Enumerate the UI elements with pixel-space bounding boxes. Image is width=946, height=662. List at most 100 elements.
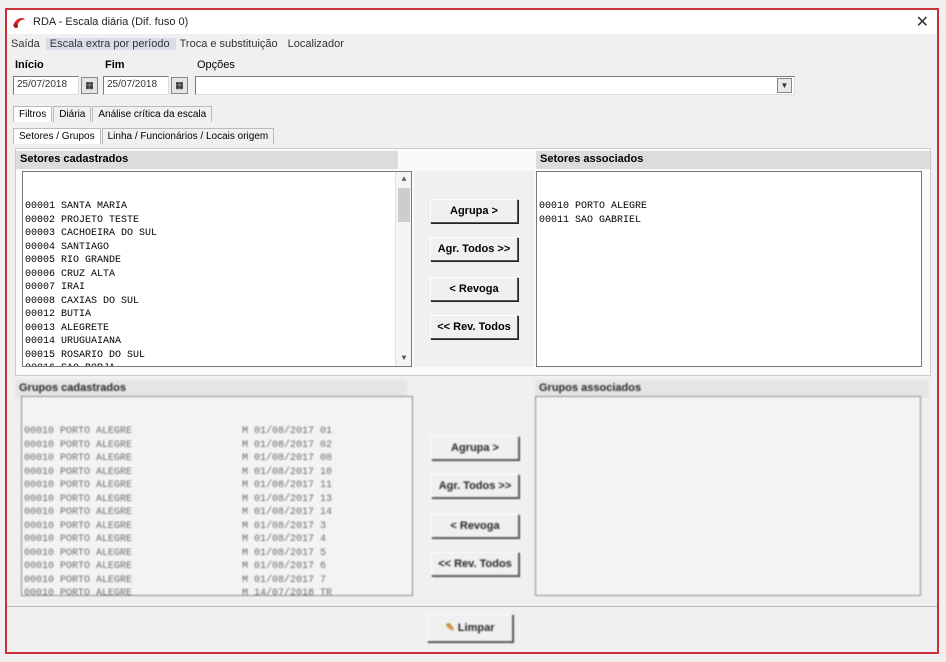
table-row[interactable]: 00010 PORTO ALEGRE M 01/08/2017 4	[24, 533, 410, 547]
tab-filtros[interactable]: Filtros	[13, 106, 53, 122]
list-item[interactable]: 00016 SAO BORJA	[25, 362, 409, 366]
tab-diaria[interactable]: Diária	[53, 106, 92, 122]
tab-linha-funcionarios[interactable]: Linha / Funcionários / Locais origem	[101, 128, 275, 144]
scroll-up-icon[interactable]: ▲	[396, 173, 411, 187]
grupo-name: 00010 PORTO ALEGRE	[24, 588, 133, 596]
grupos-associados-list[interactable]	[535, 396, 921, 596]
table-row[interactable]: 00010 PORTO ALEGRE M 01/08/2017 02	[24, 439, 410, 453]
setores-panel: Setores cadastrados Setores associados 0…	[15, 148, 931, 376]
grupo-info: M 01/08/2017 11	[242, 480, 333, 491]
grupo-name: 00010 PORTO ALEGRE	[24, 534, 133, 545]
setores-button-column: Agrupa > Agr. Todos >> < Revoga << Rev. …	[414, 171, 534, 367]
table-row[interactable]: 00010 PORTO ALEGRE M 01/08/2017 13	[24, 493, 410, 507]
table-row[interactable]: 00010 PORTO ALEGRE M 01/08/2017 7	[24, 574, 410, 588]
limpar-button[interactable]: ✎ Limpar	[427, 614, 513, 642]
list-item[interactable]: 00001 SANTA MARIA	[25, 200, 409, 214]
grupo-info: M 01/08/2017 02	[242, 439, 333, 451]
grupos-revoga-todos-button[interactable]: << Rev. Todos	[431, 552, 519, 576]
fim-calendar-icon[interactable]: ▦	[171, 77, 188, 94]
table-row[interactable]: 00010 PORTO ALEGRE M 01/08/2017 10	[24, 466, 410, 480]
agrupa-button[interactable]: Agrupa >	[430, 199, 518, 223]
limpar-label: Limpar	[457, 622, 495, 634]
grupo-info: M 01/08/2017 13	[242, 493, 333, 505]
list-item[interactable]: 00015 ROSARIO DO SUL	[25, 349, 409, 363]
menu-localizador[interactable]: Localizador	[284, 38, 350, 50]
grupo-info: M 01/08/2017 3	[242, 520, 327, 532]
scroll-thumb[interactable]	[398, 188, 410, 222]
table-row[interactable]: 00010 PORTO ALEGRE M 01/08/2017 11	[24, 479, 410, 493]
tab-analise-critica[interactable]: Análise crítica da escala	[92, 106, 213, 122]
menu-escala-extra[interactable]: Escala extra por período	[45, 38, 176, 50]
grupo-name: 00010 PORTO ALEGRE	[24, 466, 133, 478]
setores-cadastrados-list[interactable]: 00001 SANTA MARIA 00002 PROJETO TESTE 0000…	[22, 171, 412, 367]
outer-tabs: Filtros Diária Análise crítica da escala	[13, 106, 213, 122]
grupo-name: 00010 PORTO ALEGRE	[24, 439, 133, 451]
grupo-info: M 01/08/2017 4	[242, 534, 327, 545]
menu-saida[interactable]: Saída	[7, 38, 46, 50]
grupo-info: M 01/08/2017 7	[242, 574, 327, 586]
grupos-agrupa-todos-button[interactable]: Agr. Todos >>	[431, 474, 519, 498]
table-row[interactable]: 00010 PORTO ALEGRE M 01/08/2017 3	[24, 520, 410, 534]
app-logo-icon	[13, 18, 25, 28]
grupo-name: 00010 PORTO ALEGRE	[24, 520, 133, 532]
list-item[interactable]: 00012 BUTIA	[25, 308, 409, 322]
grupo-info: M 01/08/2017 14	[242, 507, 333, 518]
list-item[interactable]: 00003 CACHOEIRA DO SUL	[25, 227, 409, 241]
tab-setores-grupos[interactable]: Setores / Grupos	[13, 128, 101, 144]
list-item[interactable]: 00006 CRUZ ALTA	[25, 268, 409, 282]
list-item[interactable]: 00013 ALEGRETE	[25, 322, 409, 336]
menu-troca[interactable]: Troca e substituição	[176, 38, 284, 50]
list-item[interactable]: 00002 PROJETO TESTE	[25, 214, 409, 228]
inicio-label: Início	[15, 59, 44, 71]
grupos-cadastrados-list[interactable]: 00010 PORTO ALEGRE M 01/08/2017 01 00010 P…	[21, 396, 413, 596]
grupo-name: 00010 PORTO ALEGRE	[24, 574, 133, 586]
agrupa-todos-button[interactable]: Agr. Todos >>	[430, 237, 518, 261]
inner-tabs: Setores / Grupos Linha / Funcionários / …	[13, 128, 275, 144]
grupo-info: M 01/08/2017 01	[242, 426, 333, 437]
grupo-info: M 14/07/2018 TR	[242, 588, 333, 596]
grupos-panel: Grupos cadastrados Grupos associados 000…	[15, 378, 931, 600]
grupo-name: 00010 PORTO ALEGRE	[24, 507, 133, 518]
fim-date-field[interactable]: 25/07/2018	[103, 76, 169, 95]
list-item[interactable]: 00005 RIO GRANDE	[25, 254, 409, 268]
table-row[interactable]: 00010 PORTO ALEGRE M 14/07/2018 TR	[24, 587, 410, 596]
setores-associados-list[interactable]: 00010 PORTO ALEGRE 00011 SAO GABRIEL	[536, 171, 922, 367]
grupo-info: M 01/08/2017 08	[242, 453, 333, 464]
revoga-button[interactable]: < Revoga	[430, 277, 518, 301]
list-item[interactable]: 00008 CAXIAS DO SUL	[25, 295, 409, 309]
close-icon[interactable]: ✕	[916, 12, 929, 32]
window-title: RDA - Escala diária (Dif. fuso 0)	[33, 16, 189, 28]
grupo-name: 00010 PORTO ALEGRE	[24, 426, 133, 437]
list-item[interactable]: 00011 SAO GABRIEL	[539, 214, 919, 228]
grupo-name: 00010 PORTO ALEGRE	[24, 547, 133, 559]
inicio-date-field[interactable]: 25/07/2018	[13, 76, 79, 95]
grupos-agrupa-button[interactable]: Agrupa >	[431, 436, 519, 460]
table-row[interactable]: 00010 PORTO ALEGRE M 01/08/2017 6	[24, 560, 410, 574]
parameters-area: Início 25/07/2018 ▦ Fim 25/07/2018 ▦ Opç…	[7, 54, 937, 100]
opcoes-label: Opções	[197, 59, 235, 71]
list-item[interactable]: 00004 SANTIAGO	[25, 241, 409, 255]
opcoes-combo[interactable]: ▼	[195, 76, 795, 95]
table-row[interactable]: 00010 PORTO ALEGRE M 01/08/2017 01	[24, 425, 410, 439]
eraser-icon: ✎	[445, 622, 455, 634]
menu-bar: Saída Escala extra por período Troca e s…	[7, 34, 937, 54]
inicio-calendar-icon[interactable]: ▦	[81, 77, 98, 94]
list-item[interactable]: 00010 PORTO ALEGRE	[539, 200, 919, 214]
grupo-info: M 01/08/2017 10	[242, 466, 333, 478]
grupo-name: 00010 PORTO ALEGRE	[24, 453, 133, 464]
table-row[interactable]: 00010 PORTO ALEGRE M 01/08/2017 14	[24, 506, 410, 520]
list-item[interactable]: 00007 IRAI	[25, 281, 409, 295]
setores-cadastrados-scrollbar[interactable]: ▲ ▼	[395, 172, 411, 366]
chevron-down-icon[interactable]: ▼	[777, 78, 792, 93]
fim-label: Fim	[105, 59, 125, 71]
list-item[interactable]: 00014 URUGUAIANA	[25, 335, 409, 349]
table-row[interactable]: 00010 PORTO ALEGRE M 01/08/2017 08	[24, 452, 410, 466]
table-row[interactable]: 00010 PORTO ALEGRE M 01/08/2017 5	[24, 547, 410, 561]
scroll-down-icon[interactable]: ▼	[396, 352, 411, 366]
grupo-name: 00010 PORTO ALEGRE	[24, 480, 133, 491]
main-window: RDA - Escala diária (Dif. fuso 0) ✕ Saíd…	[5, 8, 939, 654]
grupos-revoga-button[interactable]: < Revoga	[431, 514, 519, 538]
revoga-todos-button[interactable]: << Rev. Todos	[430, 315, 518, 339]
setores-associados-header: Setores associados	[536, 151, 930, 169]
grupos-button-column: Agrupa > Agr. Todos >> < Revoga << Rev. …	[415, 396, 533, 596]
